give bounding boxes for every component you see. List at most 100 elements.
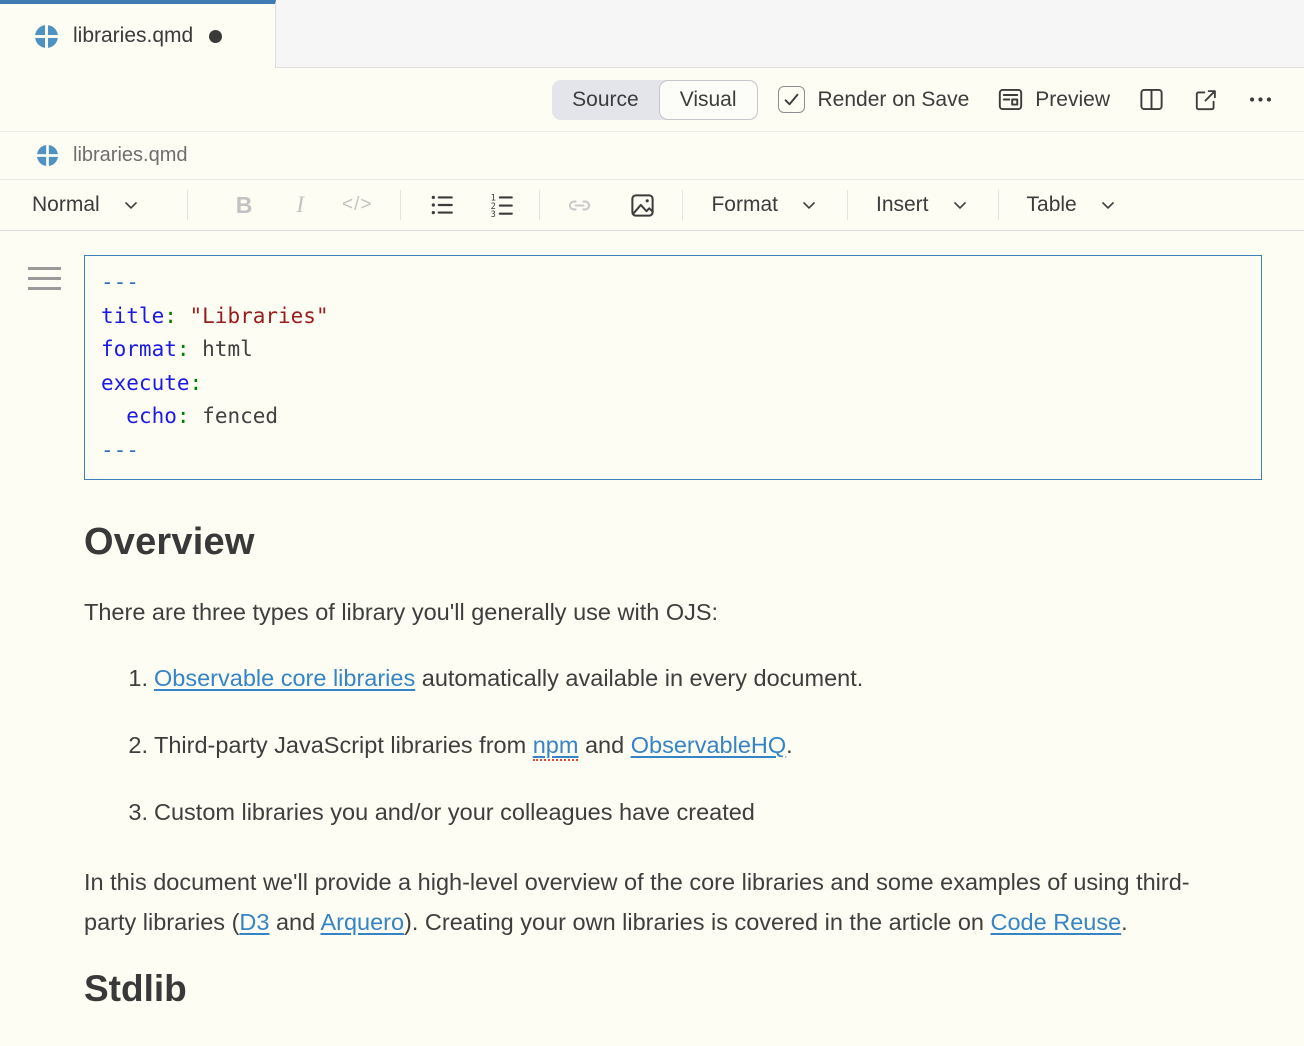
list-item-text: Custom libraries you and/or your colleag… [154, 792, 755, 832]
paragraph-style-label: Normal [32, 193, 100, 217]
render-on-save-checkbox[interactable] [778, 86, 805, 113]
list-item-number: 1. [104, 658, 148, 698]
table-dropdown[interactable]: Table [1017, 187, 1128, 223]
chevron-down-icon [121, 195, 141, 215]
numbered-list-button[interactable]: 1 2 3 [479, 187, 525, 223]
svg-text:3: 3 [491, 210, 496, 218]
render-on-save-control: Render on Save [778, 86, 970, 113]
yaml-fence: --- [101, 438, 139, 462]
source-visual-toggle: Source Visual [552, 80, 757, 120]
chevron-down-icon [1098, 195, 1118, 215]
breadcrumb-filename[interactable]: libraries.qmd [73, 144, 187, 167]
format-toolbar: Normal B I </> 1 2 3 [0, 180, 1304, 231]
split-editor-icon [1138, 86, 1165, 113]
insert-dropdown[interactable]: Insert [866, 187, 980, 223]
table-dropdown-label: Table [1027, 193, 1077, 217]
unsaved-dot-icon [209, 30, 222, 43]
list-item-rest: automatically available in every documen… [415, 665, 863, 691]
toolbar-divider [682, 190, 683, 220]
toolbar-divider [847, 190, 848, 220]
closing-text: . [1121, 909, 1128, 935]
chevron-down-icon [799, 195, 819, 215]
preview-button[interactable]: Preview [997, 86, 1110, 113]
yaml-colon: : [177, 337, 190, 361]
editor-toolbar: Source Visual Render on Save Preview [0, 68, 1304, 132]
toolbar-divider [400, 190, 401, 220]
list-item-number: 3. [104, 792, 148, 832]
yaml-front-matter-block[interactable]: --- title: "Libraries" format: html exec… [84, 255, 1262, 480]
bulleted-list-icon [429, 192, 455, 218]
tab-libraries-qmd[interactable]: libraries.qmd [0, 0, 276, 68]
yaml-key: format [101, 337, 177, 361]
intro-text: There are three types of library you'll … [84, 599, 718, 625]
list-item-number: 2. [104, 725, 148, 765]
tab-strip-empty [276, 0, 1304, 68]
closing-paragraph: In this document we'll provide a high-le… [84, 862, 1234, 942]
closing-text: ). Creating your own libraries is covere… [404, 909, 990, 935]
link-icon [566, 192, 593, 219]
checkmark-icon [782, 90, 801, 109]
link-observable-core-libraries[interactable]: Observable core libraries [154, 665, 415, 691]
bold-button[interactable]: B [226, 187, 263, 223]
image-icon [629, 192, 656, 219]
bold-icon: B [236, 192, 253, 219]
italic-button[interactable]: I [286, 187, 314, 223]
yaml-key: echo [126, 404, 177, 428]
more-actions-button[interactable] [1247, 86, 1274, 113]
yaml-colon: : [177, 404, 190, 428]
list-item-text: Observable core libraries automatically … [154, 658, 863, 698]
link-button[interactable] [556, 187, 603, 223]
paragraph-style-dropdown[interactable]: Normal [22, 187, 151, 223]
preview-pane-icon [997, 86, 1024, 113]
toolbar-divider [539, 190, 540, 220]
visual-editor-canvas[interactable]: --- title: "Libraries" format: html exec… [0, 231, 1304, 1009]
link-npm[interactable]: npm [533, 732, 579, 761]
list-item: 1. Observable core libraries automatical… [84, 658, 1234, 698]
list-item: 3. Custom libraries you and/or your coll… [84, 792, 1234, 832]
yaml-fence: --- [101, 270, 139, 294]
link-d3[interactable]: D3 [239, 909, 269, 935]
yaml-indent [101, 404, 126, 428]
intro-paragraph: There are three types of library you'll … [84, 592, 1234, 632]
yaml-key: execute [101, 371, 190, 395]
preview-label: Preview [1035, 88, 1110, 112]
quarto-logo-icon [36, 144, 59, 167]
split-editor-button[interactable] [1138, 86, 1165, 113]
ellipsis-icon [1247, 86, 1274, 113]
link-observablehq[interactable]: ObservableHQ [631, 732, 786, 758]
list-item-text: Third-party JavaScript libraries from np… [154, 725, 793, 765]
render-on-save-label: Render on Save [818, 88, 970, 112]
source-mode-button[interactable]: Source [552, 80, 659, 120]
toolbar-divider [998, 190, 999, 220]
list-item: 2. Third-party JavaScript libraries from… [84, 725, 1234, 765]
breadcrumb: libraries.qmd [0, 132, 1304, 180]
image-button[interactable] [619, 187, 666, 223]
open-external-button[interactable] [1193, 87, 1219, 113]
format-dropdown[interactable]: Format [701, 187, 829, 223]
visual-mode-button[interactable]: Visual [659, 80, 758, 120]
list-item-rest: . [786, 732, 793, 758]
heading-overview: Overview [84, 522, 1234, 562]
yaml-code: --- title: "Libraries" format: html exec… [101, 266, 1245, 467]
closing-text: and [269, 909, 320, 935]
format-dropdown-label: Format [711, 193, 778, 217]
list-item-pre: Third-party JavaScript libraries from [154, 732, 533, 758]
outline-handle-icon[interactable] [28, 267, 61, 297]
inline-code-button[interactable]: </> [332, 187, 382, 223]
bulleted-list-button[interactable] [419, 187, 465, 223]
tab-bar: libraries.qmd [0, 0, 1304, 68]
link-arquero[interactable]: Arquero [320, 909, 404, 935]
open-external-icon [1193, 87, 1219, 113]
quarto-logo-icon [34, 24, 59, 49]
italic-icon: I [296, 192, 304, 218]
yaml-colon: : [190, 371, 203, 395]
ordered-list: 1. Observable core libraries automatical… [84, 658, 1234, 832]
yaml-value: html [190, 337, 253, 361]
link-code-reuse[interactable]: Code Reuse [991, 909, 1122, 935]
numbered-list-icon: 1 2 3 [489, 192, 515, 218]
heading-stdlib: Stdlib [84, 969, 1234, 1009]
document-body: Overview There are three types of librar… [84, 522, 1234, 1009]
code-icon: </> [342, 194, 372, 216]
tab-title: libraries.qmd [73, 24, 193, 48]
yaml-value: fenced [190, 404, 279, 428]
